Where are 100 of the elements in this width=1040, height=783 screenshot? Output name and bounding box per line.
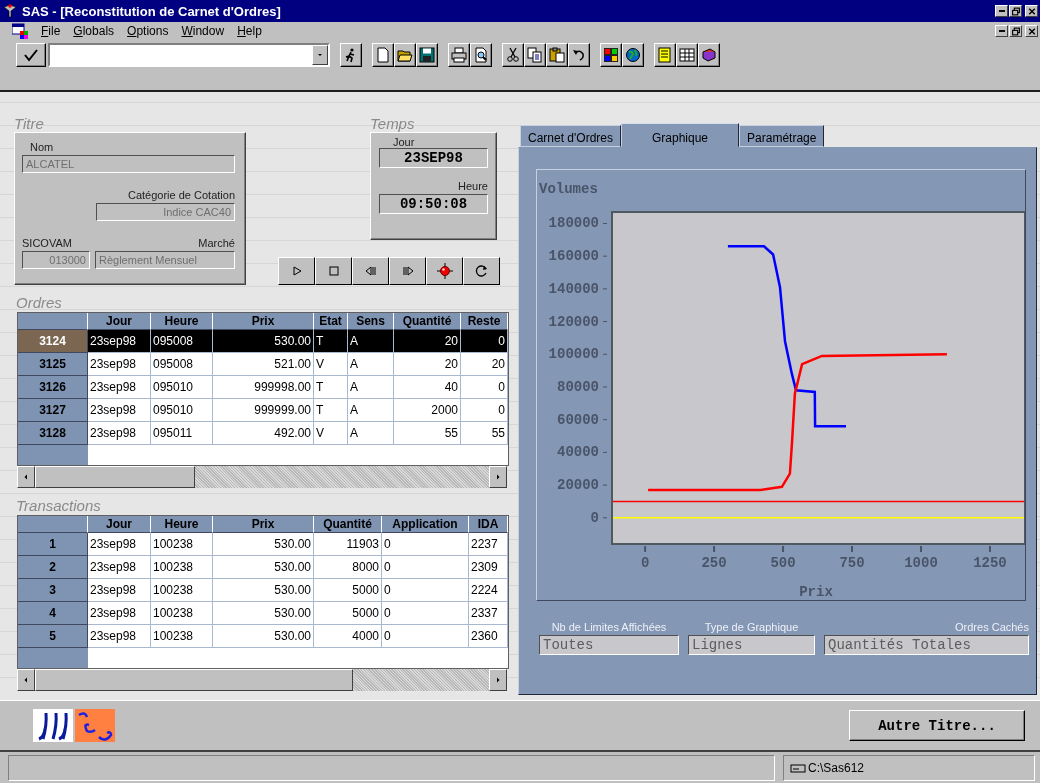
x-tick-label: 1250	[973, 555, 1007, 571]
table-cell: 4000	[314, 625, 382, 648]
y-tick-label: 0	[590, 509, 608, 526]
tab[interactable]: Graphique	[621, 123, 740, 147]
y-tick-label: 80000	[556, 379, 599, 395]
x-tick-label: 250	[701, 555, 727, 571]
row-header[interactable]: 3125	[18, 353, 88, 376]
table-cell: 095008	[151, 353, 213, 376]
column-header[interactable]: Jour	[88, 313, 151, 330]
undo-button[interactable]	[568, 43, 590, 67]
menu-item[interactable]: Globals	[73, 24, 115, 38]
y-tick-label: 20000	[556, 477, 599, 494]
running-figure-button[interactable]	[340, 43, 362, 67]
menu-item[interactable]: Help	[237, 24, 262, 38]
tab[interactable]: Paramétrage	[739, 125, 825, 147]
row-header[interactable]: 3124	[18, 330, 88, 353]
column-header[interactable]: Jour	[88, 516, 151, 533]
clipboard-button[interactable]	[546, 43, 568, 67]
field-label: Heure	[457, 180, 488, 192]
column-header[interactable]: Prix	[213, 516, 314, 533]
column-header[interactable]: Quantité	[394, 313, 461, 330]
row-header[interactable]: 3126	[18, 376, 88, 399]
x-tick-label: 1000	[904, 555, 938, 571]
row-header[interactable]: 3	[18, 579, 88, 602]
table-cell: A	[348, 422, 394, 445]
checkmark-icon	[23, 47, 39, 63]
folder-button[interactable]	[394, 43, 416, 67]
floppy-disk-button[interactable]	[416, 43, 438, 67]
table-cell: 0	[461, 399, 508, 422]
table-cell: T	[314, 399, 348, 422]
menu-item[interactable]: Window	[181, 24, 225, 38]
input-field[interactable]: Toutes	[539, 635, 679, 655]
column-header[interactable]: Heure	[151, 313, 213, 330]
restore-button[interactable]	[1009, 5, 1022, 17]
scroll-left-button[interactable]	[17, 466, 35, 488]
table-cell: 23sep98	[88, 353, 151, 376]
table-cell: 23sep98	[88, 579, 151, 602]
column-header[interactable]: Etat	[314, 313, 348, 330]
confirm-button[interactable]	[16, 43, 46, 67]
step-forward-button[interactable]	[389, 257, 426, 285]
column-header[interactable]: Quantité	[314, 516, 382, 533]
close-button[interactable]	[1025, 5, 1038, 17]
minimize-button[interactable]	[995, 25, 1008, 37]
stop-button[interactable]	[315, 257, 352, 285]
record-button[interactable]	[426, 257, 463, 285]
row-header[interactable]: 3127	[18, 399, 88, 422]
printer-button[interactable]	[448, 43, 470, 67]
input-field[interactable]: Quantités Totales	[824, 635, 1029, 655]
document-list-icon	[657, 47, 673, 63]
app-icon	[2, 3, 18, 19]
table-cell: A	[348, 399, 394, 422]
menu-item[interactable]: Options	[127, 24, 169, 38]
tab[interactable]: Carnet d'Ordres	[520, 125, 621, 147]
document-list-button[interactable]	[654, 43, 676, 67]
column-header[interactable]: Reste	[461, 313, 508, 330]
step-back-button[interactable]	[352, 257, 389, 285]
x-tick-label: 750	[839, 555, 865, 571]
table-cell: 530.00	[213, 625, 314, 648]
new-document-button[interactable]	[372, 43, 394, 67]
corner-cell	[18, 313, 88, 330]
row-header[interactable]: 4	[18, 602, 88, 625]
scroll-right-button[interactable]	[489, 669, 507, 691]
row-header[interactable]: 5	[18, 625, 88, 648]
column-header[interactable]: IDA	[469, 516, 508, 533]
copy-button[interactable]	[524, 43, 546, 67]
scroll-right-button[interactable]	[489, 466, 507, 488]
autre-titre-button[interactable]: Autre Titre...	[849, 710, 1025, 741]
row-header[interactable]: 2	[18, 556, 88, 579]
field-label: Ordres Cachés	[954, 621, 1029, 633]
menu-item[interactable]: File	[41, 24, 61, 38]
table-cell: 530.00	[213, 602, 314, 625]
input-field[interactable]: Lignes	[688, 635, 815, 655]
column-header[interactable]: Sens	[348, 313, 394, 330]
table-cell: 23sep98	[88, 330, 151, 353]
scroll-left-button[interactable]	[17, 669, 35, 691]
minimize-button[interactable]	[995, 5, 1008, 17]
play-button[interactable]	[278, 257, 315, 285]
x-tick-label: 0	[640, 545, 650, 571]
dropdown-button[interactable]	[312, 45, 328, 65]
scrollbar-thumb[interactable]	[35, 669, 353, 691]
refresh-icon	[473, 263, 490, 279]
restore-button[interactable]	[1009, 25, 1022, 37]
logo-icon	[33, 709, 73, 742]
table-cell: 55	[461, 422, 508, 445]
column-header[interactable]: Prix	[213, 313, 314, 330]
close-button[interactable]	[1025, 25, 1038, 37]
field-label: Marché	[197, 237, 235, 249]
table-cell: 2360	[469, 625, 508, 648]
column-header[interactable]: Heure	[151, 516, 213, 533]
scissors-button[interactable]	[502, 43, 524, 67]
row-header[interactable]: 1	[18, 533, 88, 556]
column-header[interactable]: Application	[382, 516, 469, 533]
table-button[interactable]	[676, 43, 698, 67]
command-field[interactable]	[48, 43, 330, 67]
row-header[interactable]: 3128	[18, 422, 88, 445]
x-tick-label: 1250	[973, 545, 1007, 571]
globe-button[interactable]	[622, 43, 644, 67]
preview-button[interactable]	[470, 43, 492, 67]
scrollbar-thumb[interactable]	[35, 466, 195, 488]
refresh-button[interactable]	[463, 257, 500, 285]
